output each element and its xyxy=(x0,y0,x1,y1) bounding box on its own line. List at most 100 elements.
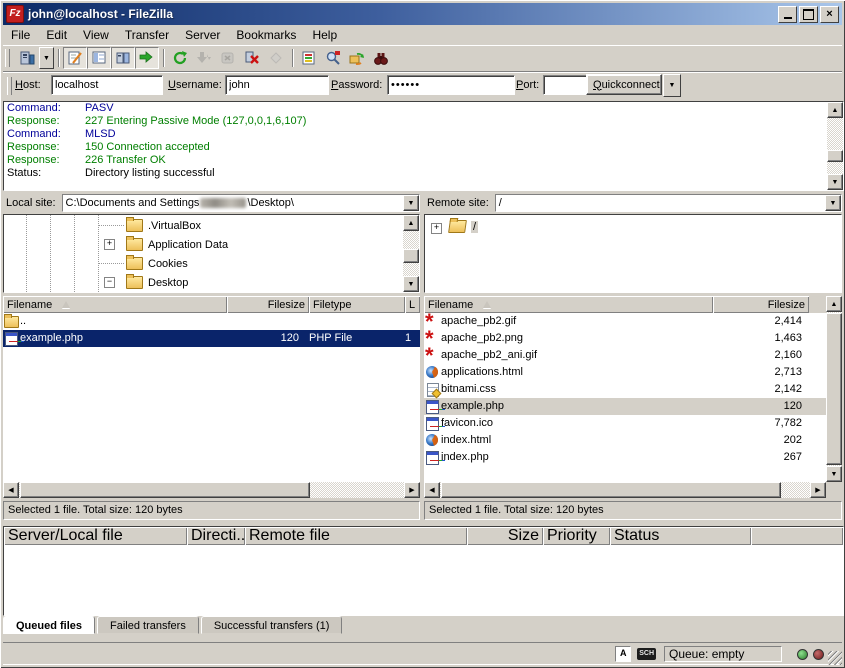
resize-grip[interactable] xyxy=(828,651,842,665)
table-row[interactable]: favicon.ico7,782 xyxy=(424,415,826,432)
collapse-icon[interactable]: − xyxy=(104,277,115,288)
sync-browsing-button[interactable] xyxy=(345,47,369,69)
column-filename[interactable]: Filename xyxy=(424,296,713,313)
transfer-queue-panel[interactable]: Server/Local file Directi... Remote file… xyxy=(3,526,844,616)
cancel-button[interactable] xyxy=(216,47,240,69)
column-direction[interactable]: Directi... xyxy=(187,527,245,545)
tab-failed-transfers[interactable]: Failed transfers xyxy=(97,616,199,634)
scroll-up-button[interactable]: ▲ xyxy=(403,215,419,231)
menu-transfer[interactable]: Transfer xyxy=(117,26,177,44)
tree-item[interactable]: + / xyxy=(425,217,841,236)
message-log[interactable]: Command:PASV Response:227 Entering Passi… xyxy=(3,101,844,191)
toggle-local-tree-button[interactable] xyxy=(87,47,111,69)
site-manager-button[interactable] xyxy=(15,47,39,69)
column-filesize[interactable]: Filesize xyxy=(227,296,309,313)
local-directory-tree[interactable]: .VirtualBox + Application Data Cookies −… xyxy=(3,214,420,293)
scroll-thumb[interactable] xyxy=(827,150,843,162)
column-status[interactable]: Status xyxy=(610,527,751,545)
table-row[interactable]: apache_pb2_ani.gif2,160 xyxy=(424,347,826,364)
toggle-message-log-button[interactable] xyxy=(63,47,87,69)
title-bar[interactable]: Fz john@localhost - FileZilla × xyxy=(3,3,842,25)
scroll-left-button[interactable]: ◀ xyxy=(424,482,440,498)
tab-successful-transfers[interactable]: Successful transfers (1) xyxy=(201,616,343,634)
scroll-down-button[interactable]: ▼ xyxy=(403,276,419,292)
remote-path-dropdown[interactable]: ▼ xyxy=(825,195,841,211)
table-row[interactable]: applications.html2,713 xyxy=(424,364,826,381)
menu-file[interactable]: File xyxy=(3,26,38,44)
column-filetype[interactable]: Filetype xyxy=(309,296,405,313)
site-manager-dropdown[interactable]: ▼ xyxy=(39,47,54,69)
scroll-thumb[interactable] xyxy=(441,482,781,498)
expand-icon[interactable]: + xyxy=(104,239,115,250)
minimize-button[interactable] xyxy=(778,6,797,23)
quickconnect-dropdown[interactable]: ▼ xyxy=(663,74,681,97)
toggle-queue-button[interactable] xyxy=(135,47,159,69)
find-files-button[interactable] xyxy=(369,47,393,69)
menu-view[interactable]: View xyxy=(75,26,117,44)
local-path-combo[interactable]: C:\Documents and Settings\Desktop\ ▼ xyxy=(62,194,420,212)
disconnect-button[interactable] xyxy=(240,47,264,69)
local-path-dropdown[interactable]: ▼ xyxy=(403,195,419,211)
port-input[interactable] xyxy=(543,75,591,95)
password-input[interactable] xyxy=(387,75,515,95)
table-row[interactable]: index.php267 xyxy=(424,449,826,466)
quickconnect-button[interactable]: Quickconnect xyxy=(586,74,662,95)
table-row[interactable]: index.html202 xyxy=(424,432,826,449)
local-tree-scrollbar[interactable]: ▲ ▼ xyxy=(403,215,419,292)
encryption-badge[interactable]: SCH xyxy=(637,648,656,660)
tree-item[interactable]: Cookies xyxy=(4,254,419,273)
local-hscrollbar[interactable]: ◀ ▶ xyxy=(3,482,420,498)
scroll-left-button[interactable]: ◀ xyxy=(3,482,19,498)
refresh-button[interactable] xyxy=(168,47,192,69)
tree-item[interactable]: + Application Data xyxy=(4,235,419,254)
menu-help[interactable]: Help xyxy=(304,26,345,44)
table-row[interactable]: apache_pb2.gif2,414 xyxy=(424,313,826,330)
remote-hscrollbar[interactable]: ◀ ▶ xyxy=(424,482,826,498)
expand-icon[interactable]: + xyxy=(431,223,442,234)
compare-button[interactable] xyxy=(321,47,345,69)
table-row[interactable]: apache_pb2.png1,463 xyxy=(424,330,826,347)
column-last-modified[interactable]: L xyxy=(405,296,420,313)
reconnect-button[interactable] xyxy=(264,47,288,69)
tab-queued-files[interactable]: Queued files xyxy=(3,616,95,634)
menu-server[interactable]: Server xyxy=(177,26,228,44)
table-row[interactable]: bitnami.css2,142 xyxy=(424,381,826,398)
column-filesize[interactable]: Filesize xyxy=(713,296,809,313)
maximize-button[interactable] xyxy=(799,6,818,23)
column-priority[interactable]: Priority xyxy=(543,527,610,545)
log-scrollbar[interactable]: ▲ ▼ xyxy=(827,102,843,190)
scroll-up-button[interactable]: ▲ xyxy=(826,296,842,312)
remote-list-body[interactable]: apache_pb2.gif2,414 apache_pb2.png1,463 … xyxy=(424,313,826,482)
scroll-thumb[interactable] xyxy=(403,249,419,263)
remote-vscrollbar[interactable]: ▲ ▼ xyxy=(826,296,842,482)
column-filename[interactable]: Filename xyxy=(3,296,227,313)
username-input[interactable] xyxy=(225,75,329,95)
scroll-down-button[interactable]: ▼ xyxy=(826,466,842,482)
column-remote-file[interactable]: Remote file xyxy=(245,527,467,545)
column-size[interactable]: Size xyxy=(467,527,543,545)
table-row-selected[interactable]: example.php120 xyxy=(424,398,826,415)
column-server-local-file[interactable]: Server/Local file xyxy=(4,527,187,545)
local-list-body[interactable]: .. example.php 120 PHP File 1 xyxy=(3,313,420,482)
scroll-right-button[interactable]: ▶ xyxy=(810,482,826,498)
close-button[interactable]: × xyxy=(820,6,839,23)
tree-item[interactable]: − Desktop xyxy=(4,273,419,292)
process-queue-button[interactable] xyxy=(192,47,216,69)
scroll-down-button[interactable]: ▼ xyxy=(827,174,843,190)
table-row-selected[interactable]: example.php 120 PHP File 1 xyxy=(3,330,420,347)
table-row[interactable]: .. xyxy=(3,313,420,330)
remote-path-combo[interactable]: / ▼ xyxy=(495,194,842,212)
filesize-cell: 120 xyxy=(225,330,305,347)
scroll-right-button[interactable]: ▶ xyxy=(404,482,420,498)
host-input[interactable] xyxy=(51,75,163,95)
filter-button[interactable] xyxy=(297,47,321,69)
scroll-up-button[interactable]: ▲ xyxy=(827,102,843,118)
menu-edit[interactable]: Edit xyxy=(38,26,75,44)
scroll-thumb[interactable] xyxy=(826,313,842,465)
data-type-indicator[interactable]: A xyxy=(615,646,631,662)
toggle-remote-tree-button[interactable] xyxy=(111,47,135,69)
remote-directory-tree[interactable]: + / xyxy=(424,214,842,293)
scroll-thumb[interactable] xyxy=(20,482,310,498)
tree-item[interactable]: .VirtualBox xyxy=(4,216,419,235)
menu-bookmarks[interactable]: Bookmarks xyxy=(228,26,304,44)
